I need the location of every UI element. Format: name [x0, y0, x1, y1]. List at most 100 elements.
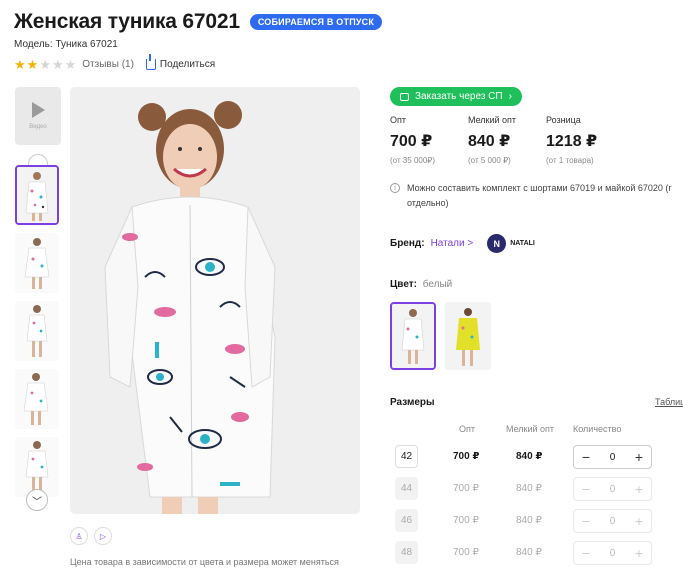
column-header-quantity: Количество: [573, 424, 622, 434]
brand-row: Бренд: Натали > N NATALI: [390, 234, 535, 253]
color-row: Цвет: белый: [390, 279, 452, 290]
price-small-wholesale: Мелкий опт 840 ₽ (от 5 000 ₽): [468, 115, 546, 165]
video-thumbnail[interactable]: Видео: [15, 87, 61, 145]
color-value: белый: [422, 279, 453, 290]
size-row: 48 700 ₽ 840 ₽ − 0 +: [390, 541, 683, 567]
price-label: Мелкий опт: [468, 115, 517, 125]
thumbnail-2[interactable]: [15, 233, 59, 293]
share-icon: [145, 54, 156, 70]
cart-icon: [400, 92, 409, 101]
rating-stars: ★ ★ ★ ★ ★: [14, 58, 76, 71]
play-icon: ▷: [99, 531, 107, 541]
thumbnail-4[interactable]: [15, 369, 59, 429]
thumbnail-3[interactable]: [15, 301, 59, 361]
decrement-button[interactable]: −: [580, 546, 592, 560]
info-icon: i: [390, 183, 400, 193]
column-header-opt: Опт: [459, 424, 475, 434]
thumbnail-image: [15, 369, 59, 429]
quantity-stepper: − 0 +: [573, 445, 652, 469]
size-opt-price: 700 ₽: [453, 547, 479, 558]
quantity-value[interactable]: 0: [610, 516, 616, 527]
thumbnail-image: [15, 233, 59, 293]
thumbnails-scroll-down[interactable]: ﹀: [26, 489, 48, 511]
increment-button[interactable]: +: [633, 514, 645, 528]
price-min: (от 35 000₽): [390, 156, 436, 165]
increment-button[interactable]: +: [633, 450, 645, 464]
price-label: Розница: [546, 115, 581, 125]
increment-button[interactable]: +: [633, 482, 645, 496]
decrement-button[interactable]: −: [580, 450, 592, 464]
brand-name: Натали: [430, 238, 465, 249]
quantity-stepper: − 0 +: [573, 509, 652, 533]
price-value: 840 ₽: [468, 133, 511, 150]
size-label: 44: [395, 477, 418, 500]
chevron-down-icon: ﹀: [32, 496, 42, 508]
color-swatch-white[interactable]: [390, 302, 436, 370]
size-table-link[interactable]: Таблиц: [655, 397, 683, 407]
chevron-right-icon: >: [467, 238, 474, 249]
share-label: Поделиться: [159, 59, 216, 70]
brand-logo-text: NATALI: [510, 240, 535, 247]
chevron-right-icon: ›: [508, 91, 512, 102]
thumbnail-image: [15, 301, 59, 361]
order-via-sp-button[interactable]: Заказать через СП ›: [390, 87, 522, 106]
size-label: 46: [395, 509, 418, 532]
main-product-photo[interactable]: [70, 87, 360, 514]
quantity-stepper: − 0 +: [573, 477, 652, 501]
size-row: 44 700 ₽ 840 ₽ − 0 +: [390, 477, 683, 503]
order-button-label: Заказать через СП: [415, 91, 503, 102]
decrement-button[interactable]: −: [580, 514, 592, 528]
star-icon: ★: [39, 57, 51, 72]
title-row: Женская туника 67021 СОБИРАЕМСЯ В ОТПУСК: [14, 10, 383, 34]
size-small-opt-price: 840 ₽: [516, 547, 542, 558]
size-label: 48: [395, 541, 418, 564]
model-params-button[interactable]: ♙: [70, 527, 88, 545]
video-label: Видео: [29, 124, 47, 130]
photo-tools: ♙ ▷: [70, 527, 112, 545]
star-icon: ★: [26, 57, 39, 72]
price-value: 1218 ₽: [546, 133, 598, 150]
size-row: 42 700 ₽ 840 ₽ − 0 +: [390, 445, 683, 471]
price-min: (от 5 000 ₽): [468, 156, 511, 165]
size-opt-price: 700 ₽: [453, 483, 479, 494]
increment-button[interactable]: +: [633, 546, 645, 560]
star-icon: ★: [14, 57, 26, 72]
person-icon: ♙: [75, 531, 83, 541]
set-info-text: Можно составить комплект с шортами 67019…: [407, 183, 672, 208]
set-info-note: i Можно составить комплект с шортами 670…: [390, 181, 683, 211]
price-note: Цена товара в зависимости от цвета и раз…: [70, 557, 339, 567]
size-small-opt-price: 840 ₽: [516, 451, 543, 462]
promo-badge[interactable]: СОБИРАЕМСЯ В ОТПУСК: [249, 14, 383, 30]
brand-logo[interactable]: N: [487, 234, 507, 253]
decrement-button[interactable]: −: [580, 482, 592, 496]
thumbnail-1[interactable]: [15, 165, 59, 225]
price-value: 700 ₽: [390, 133, 433, 150]
size-opt-price: 700 ₽: [453, 451, 480, 462]
star-icon: ★: [51, 57, 64, 72]
model-line: Модель: Туника 67021: [14, 39, 118, 50]
thumbnail-strip: Видео ︿: [15, 87, 61, 511]
swatch-image: [445, 302, 491, 370]
color-swatch-yellow[interactable]: [445, 302, 491, 370]
price-label: Опт: [390, 115, 406, 125]
brand-label: Бренд:: [390, 238, 425, 249]
star-icon: ★: [64, 57, 77, 72]
quantity-value[interactable]: 0: [610, 484, 616, 495]
share-button[interactable]: Поделиться: [145, 54, 216, 70]
brand-link[interactable]: Натали >: [431, 238, 474, 249]
price-block: Опт 700 ₽ (от 35 000₽) Мелкий опт 840 ₽ …: [390, 115, 624, 165]
size-label: 42: [395, 445, 418, 468]
video-play-button[interactable]: ▷: [94, 527, 112, 545]
rating-row: ★ ★ ★ ★ ★ Отзывы (1) Поделиться: [14, 54, 216, 71]
quantity-value[interactable]: 0: [610, 452, 616, 463]
quantity-value[interactable]: 0: [610, 548, 616, 559]
size-row: 46 700 ₽ 840 ₽ − 0 +: [390, 509, 683, 535]
thumbnail-image: [15, 437, 59, 497]
color-label: Цвет:: [390, 279, 417, 290]
swatch-image: [392, 304, 434, 368]
reviews-link[interactable]: Отзывы (1): [82, 59, 134, 70]
thumbnail-5[interactable]: [15, 437, 59, 497]
play-icon: [31, 102, 45, 118]
sizes-title: Размеры: [390, 397, 435, 408]
quantity-stepper: − 0 +: [573, 541, 652, 565]
